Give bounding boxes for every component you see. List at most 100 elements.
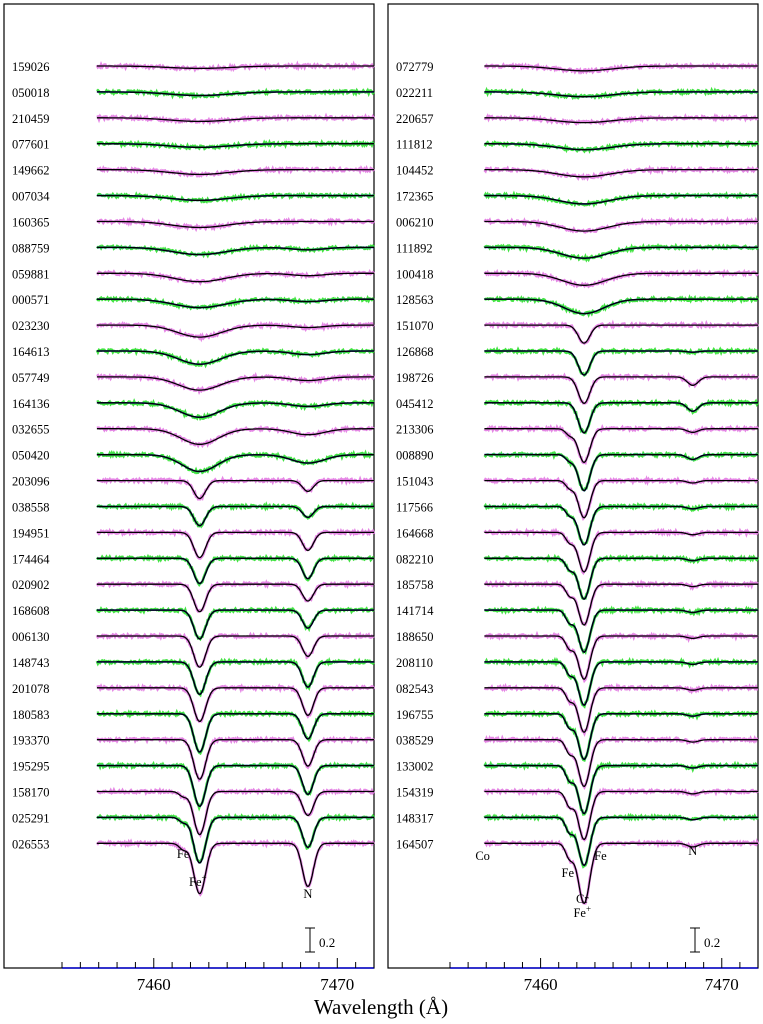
model-spectrum-038558 <box>96 505 374 527</box>
model-spectrum-196755 <box>484 713 758 761</box>
star-id-label: 213306 <box>396 423 434 437</box>
model-alt-spectrum-117566 <box>484 505 758 546</box>
star-id-label: 057749 <box>12 371 50 385</box>
model-spectrum-026553 <box>96 842 374 895</box>
star-id-label: 208110 <box>396 656 433 670</box>
model-spectrum-151070 <box>484 324 758 344</box>
left-axis-group: 7460 7470 0.2 <box>61 927 375 994</box>
observed-spectrum-032655 <box>96 424 375 449</box>
star-id-label: 000571 <box>12 293 50 307</box>
x-tick-label: 7470 <box>320 975 354 994</box>
star-id-label: 148743 <box>12 656 50 670</box>
observed-spectrum-158170 <box>96 786 376 839</box>
star-id-label: 164613 <box>12 345 50 359</box>
model-spectrum-185758 <box>484 583 758 626</box>
model-spectrum-111812 <box>484 143 758 151</box>
model-alt-spectrum-174464 <box>96 557 374 585</box>
model-spectrum-141714 <box>484 609 758 653</box>
spectral-line-label: Fe <box>594 849 607 863</box>
observed-spectrum-201078 <box>96 683 376 724</box>
model-spectrum-117566 <box>484 505 758 546</box>
star-id-label: 111892 <box>396 241 433 255</box>
x-axis-label: Wavelength (Å) <box>314 995 448 1019</box>
model-spectrum-158170 <box>96 790 374 836</box>
model-spectrum-164507 <box>484 842 758 904</box>
star-id-label: 038529 <box>396 734 434 748</box>
star-id-label: 077601 <box>12 138 50 152</box>
star-id-label: 194951 <box>12 526 50 540</box>
line-label-superscript: + <box>586 904 591 914</box>
star-id-label: 148317 <box>396 811 434 825</box>
observed-spectrum-082210 <box>483 553 760 601</box>
model-spectrum-180583 <box>96 713 374 753</box>
observed-spectrum-025291 <box>96 812 376 864</box>
model-spectrum-201078 <box>96 687 374 722</box>
model-spectrum-082543 <box>484 687 758 733</box>
star-id-label: 133002 <box>396 760 434 774</box>
spectral-line-label: Fe <box>562 866 575 880</box>
observed-spectrum-026553 <box>95 838 376 897</box>
right-spectra-group <box>483 61 760 905</box>
star-id-label: 026553 <box>12 837 50 851</box>
star-id-label: 111812 <box>396 138 433 152</box>
model-alt-spectrum-008890 <box>484 453 758 492</box>
star-id-label: 168608 <box>12 604 50 618</box>
star-id-label: 008890 <box>396 449 434 463</box>
observed-spectrum-203096 <box>96 475 375 501</box>
star-id-label: 082210 <box>396 552 434 566</box>
observed-spectrum-151070 <box>484 319 760 346</box>
model-spectrum-050420 <box>96 454 374 473</box>
model-alt-spectrum-141714 <box>484 609 758 654</box>
observed-spectrum-208110 <box>484 656 759 709</box>
star-id-label: 020902 <box>12 578 50 592</box>
model-alt-spectrum-196755 <box>484 713 758 761</box>
star-id-label: 154319 <box>396 785 434 799</box>
star-id-label: 104452 <box>396 164 434 178</box>
observed-spectrum-164507 <box>483 838 760 905</box>
line-label-superscript: + <box>202 873 207 883</box>
star-id-label: 006130 <box>12 630 50 644</box>
observed-spectrum-174464 <box>95 553 375 587</box>
star-id-label: 038558 <box>12 500 50 514</box>
observed-spectrum-082543 <box>483 682 759 738</box>
star-id-label: 100418 <box>396 267 434 281</box>
model-spectrum-193370 <box>96 739 374 780</box>
model-spectrum-164668 <box>484 531 758 573</box>
star-id-label: 149662 <box>12 164 50 178</box>
observed-spectrum-180583 <box>96 708 376 756</box>
star-id-label: 151070 <box>396 319 434 333</box>
star-id-label: 188650 <box>396 630 434 644</box>
star-id-label: 164136 <box>12 397 50 411</box>
star-id-label: 198726 <box>396 371 434 385</box>
star-id-label: 158170 <box>12 785 50 799</box>
star-id-label: 117566 <box>396 500 433 514</box>
model-alt-spectrum-025291 <box>96 816 374 864</box>
spectral-line-label: N <box>303 887 312 901</box>
star-id-label: 032655 <box>12 423 50 437</box>
star-id-label: 196755 <box>396 708 434 722</box>
x-tick-label: 7460 <box>137 975 171 994</box>
spectral-line-label: N <box>688 844 697 858</box>
observed-spectrum-194951 <box>96 527 376 560</box>
right-axis-group: 7460 7470 0.2 <box>449 927 759 994</box>
star-id-label: 151043 <box>396 475 434 489</box>
spectra-figure: 159026 050018 210459 077601 149662 007034 1603… <box>3 3 760 1019</box>
star-id-label: 050018 <box>12 86 50 100</box>
star-id-label: 180583 <box>12 708 50 722</box>
left-spectra-group <box>95 60 376 897</box>
observed-spectrum-195295 <box>96 760 375 812</box>
model-alt-spectrum-195295 <box>96 764 374 808</box>
model-spectrum-198726 <box>484 376 758 404</box>
model-spectrum-025291 <box>96 816 374 864</box>
model-alt-spectrum-208110 <box>484 661 758 707</box>
star-id-label: 022211 <box>396 86 433 100</box>
model-spectrum-126868 <box>484 350 758 376</box>
star-id-label: 159026 <box>12 60 50 74</box>
model-spectrum-082210 <box>484 557 758 600</box>
left-panel: 159026 050018 210459 077601 149662 007034 1603… <box>3 3 376 994</box>
model-spectrum-151043 <box>484 479 758 519</box>
observed-spectrum-198726 <box>484 371 760 405</box>
star-id-label: 220657 <box>396 112 434 126</box>
star-id-label: 050420 <box>12 449 50 463</box>
model-spectrum-174464 <box>96 557 374 585</box>
